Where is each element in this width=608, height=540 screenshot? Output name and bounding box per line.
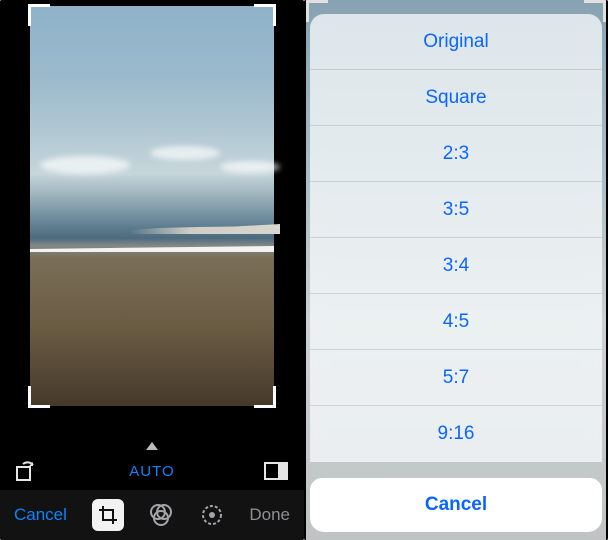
aspect-options-list: OriginalSquare2:33:53:44:55:79:16 bbox=[310, 14, 602, 462]
filters-icon bbox=[148, 503, 174, 527]
aspect-option[interactable]: 9:16 bbox=[310, 406, 602, 462]
cancel-button[interactable]: Cancel bbox=[14, 505, 67, 525]
auto-button[interactable]: AUTO bbox=[129, 463, 174, 480]
dial-indicator-icon bbox=[146, 442, 158, 450]
aspect-option[interactable]: 3:5 bbox=[310, 182, 602, 238]
bottom-toolbar: Cancel bbox=[0, 490, 304, 540]
adjust-tab[interactable] bbox=[199, 502, 225, 528]
rotate-icon[interactable] bbox=[16, 460, 40, 482]
action-sheet: OriginalSquare2:33:53:44:55:79:16 Cancel bbox=[310, 14, 602, 532]
aspect-option[interactable]: Square bbox=[310, 70, 602, 126]
mid-toolbar: AUTO bbox=[0, 454, 304, 488]
crop-handle-br[interactable] bbox=[254, 386, 276, 408]
photo-preview[interactable] bbox=[30, 6, 274, 406]
crop-tab[interactable] bbox=[92, 499, 124, 531]
adjust-icon bbox=[199, 502, 225, 528]
aspect-option[interactable]: 2:3 bbox=[310, 126, 602, 182]
aspect-option[interactable]: 3:4 bbox=[310, 238, 602, 294]
sheet-cancel-button[interactable]: Cancel bbox=[310, 478, 602, 532]
aspect-option[interactable]: 5:7 bbox=[310, 350, 602, 406]
editor-pane: -30-20-100102030 AUTO bbox=[0, 0, 304, 540]
crop-handle-bl[interactable] bbox=[28, 386, 50, 408]
aspect-ratio-icon[interactable] bbox=[264, 462, 288, 480]
filters-tab[interactable] bbox=[148, 503, 174, 527]
photo-area[interactable]: -30-20-100102030 bbox=[0, 0, 304, 420]
crop-icon bbox=[98, 505, 118, 525]
aspect-option[interactable]: 4:5 bbox=[310, 294, 602, 350]
aspect-sheet-pane: OriginalSquare2:33:53:44:55:79:16 Cancel bbox=[304, 0, 608, 540]
aspect-option[interactable]: Original bbox=[310, 14, 602, 70]
crop-handle-tl[interactable] bbox=[28, 4, 50, 26]
done-button[interactable]: Done bbox=[249, 505, 290, 525]
crop-handle-tr[interactable] bbox=[254, 4, 276, 26]
